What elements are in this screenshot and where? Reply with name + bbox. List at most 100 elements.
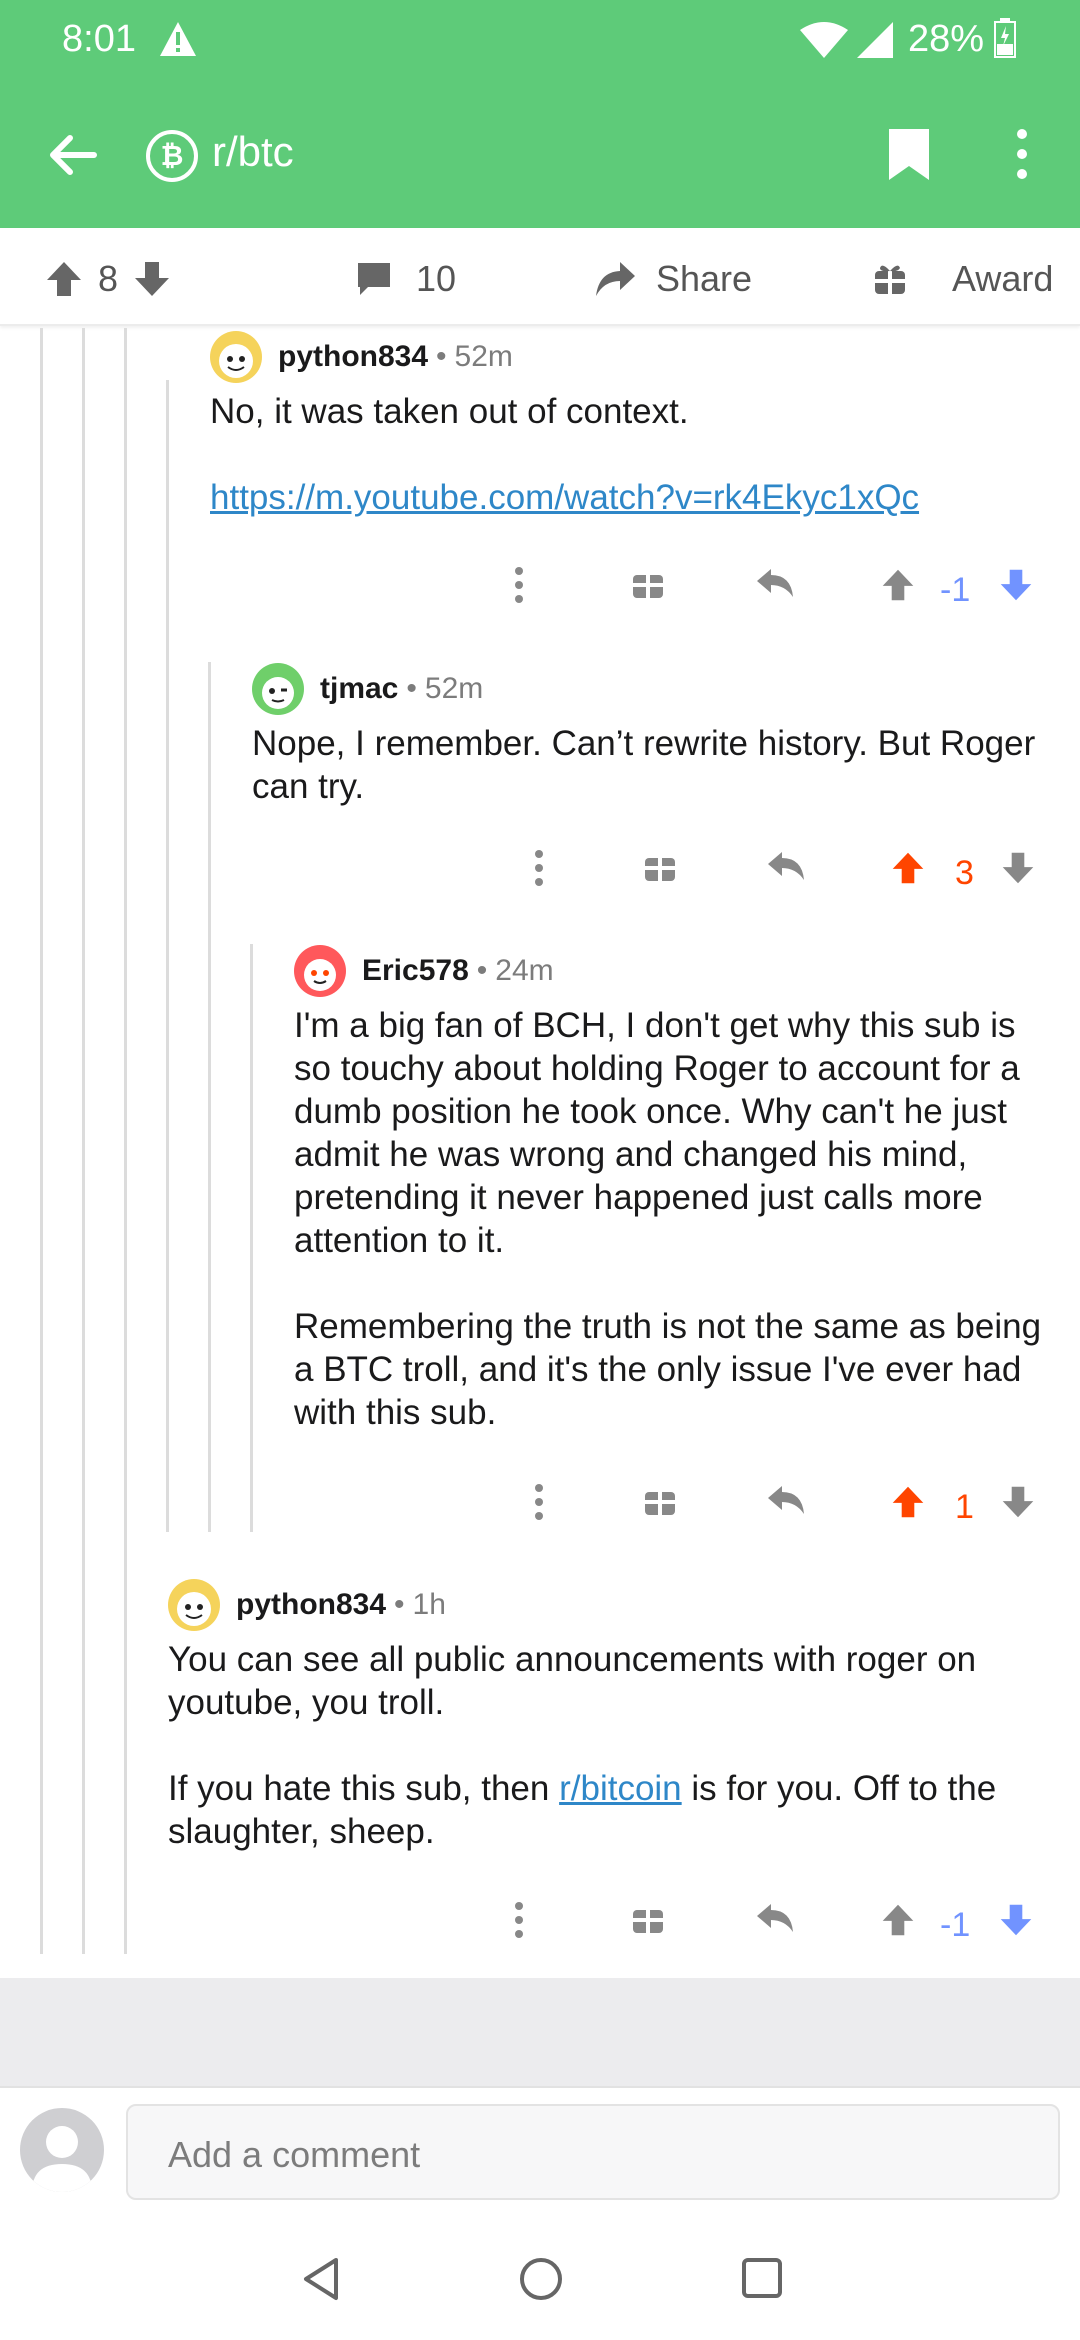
comment-text: Remembering the truth is not the same as… xyxy=(294,1307,1042,1432)
separator-dot: • xyxy=(476,954,488,987)
upvote-icon[interactable] xyxy=(890,848,926,888)
bookmark-icon[interactable] xyxy=(886,126,932,182)
comment-username[interactable]: python834 xyxy=(278,340,428,374)
more-vert-icon[interactable] xyxy=(532,848,546,888)
downvote-icon[interactable] xyxy=(1000,848,1036,888)
comment-text: No, it was taken out of context. xyxy=(210,392,689,431)
comment-text: If you hate this sub, then r/bitcoin is … xyxy=(168,1767,1068,1853)
comment-score: -1 xyxy=(940,571,971,609)
upvote-icon[interactable] xyxy=(44,259,84,299)
comment-text-segment: If you hate this sub, then xyxy=(168,1769,560,1808)
more-vert-icon[interactable] xyxy=(512,1900,526,1940)
toolbar: ₿ r/btc xyxy=(0,110,1080,200)
comment-age: 24m xyxy=(495,954,554,987)
avatar[interactable] xyxy=(252,663,304,715)
nav-back-icon[interactable] xyxy=(300,2256,342,2302)
app-bar: 8:01 28% ₿ r/btc xyxy=(0,0,1080,228)
wifi-icon xyxy=(800,22,848,58)
award-label: Award xyxy=(952,258,1054,299)
comment-score: 1 xyxy=(955,1488,974,1526)
battery-percent: 28% xyxy=(908,18,985,60)
thread-line[interactable] xyxy=(124,328,127,1954)
nav-recents-icon[interactable] xyxy=(740,2256,784,2300)
upvote-icon[interactable] xyxy=(880,1900,916,1940)
reply-icon[interactable] xyxy=(755,565,795,601)
share-button[interactable]: Share xyxy=(594,258,752,300)
comment-age: 1h xyxy=(412,1588,446,1621)
comment: Eric578 • 24m I'm a big fan of BCH, I do… xyxy=(294,944,1054,1434)
system-nav-bar xyxy=(0,2218,1080,2340)
more-vert-icon[interactable] xyxy=(512,565,526,605)
separator-dot: • xyxy=(394,1588,405,1621)
reply-icon[interactable] xyxy=(755,1900,795,1936)
award-icon[interactable] xyxy=(630,565,666,601)
downvote-icon[interactable] xyxy=(998,565,1034,605)
award-button[interactable]: Award xyxy=(872,258,1053,300)
thread-line[interactable] xyxy=(208,662,211,1532)
thread-end-spacer xyxy=(0,1978,1080,2086)
avatar[interactable] xyxy=(168,1579,220,1631)
share-icon xyxy=(596,262,635,296)
comment-text: You can see all public announcements wit… xyxy=(168,1640,977,1722)
avatar[interactable] xyxy=(210,331,262,383)
comment-action-bar: -1 xyxy=(500,565,1040,615)
comment-composer: Add a comment xyxy=(0,2086,1080,2218)
comment-header: tjmac • 52m xyxy=(252,662,1052,716)
back-arrow-icon[interactable] xyxy=(46,128,100,182)
upvote-icon[interactable] xyxy=(890,1482,926,1522)
avatar[interactable] xyxy=(20,2108,104,2192)
signal-icon xyxy=(857,22,893,58)
status-time: 8:01 xyxy=(62,18,136,60)
avatar[interactable] xyxy=(294,945,346,997)
comment-header: python834 • 1h xyxy=(168,1578,1068,1632)
award-icon[interactable] xyxy=(630,1900,666,1936)
avatar-snoo-icon xyxy=(304,959,336,991)
comment: python834 • 1h You can see all public an… xyxy=(168,1578,1068,1853)
downvote-icon[interactable] xyxy=(998,1900,1034,1940)
avatar-snoo-icon xyxy=(177,1592,211,1626)
reply-icon[interactable] xyxy=(766,1482,806,1518)
comment-action-bar: 1 xyxy=(520,1482,1050,1532)
comment: python834 • 52m No, it was taken out of … xyxy=(210,330,1070,519)
avatar-snoo-icon xyxy=(262,677,294,709)
subreddit-title[interactable]: r/btc xyxy=(212,128,294,176)
thread-line[interactable] xyxy=(166,380,169,1532)
more-vert-icon[interactable] xyxy=(532,1482,546,1522)
thread-line[interactable] xyxy=(250,944,253,1532)
upvote-icon[interactable] xyxy=(880,565,916,605)
thread-line[interactable] xyxy=(40,328,43,1954)
comment-text: I'm a big fan of BCH, I don't get why th… xyxy=(294,1006,1020,1260)
bitcoin-icon[interactable]: ₿ xyxy=(146,130,198,182)
comment-username[interactable]: python834 xyxy=(236,1588,386,1622)
award-icon[interactable] xyxy=(642,1482,678,1518)
comments-count: 10 xyxy=(416,258,457,299)
comment-text: Nope, I remember. Can’t rewrite history.… xyxy=(252,724,1036,806)
thread-line[interactable] xyxy=(82,328,85,1954)
comment: tjmac • 52m Nope, I remember. Can’t rewr… xyxy=(252,662,1052,808)
comment-icon xyxy=(358,263,390,295)
user-avatar-icon xyxy=(32,2126,92,2192)
reply-icon[interactable] xyxy=(766,848,806,884)
share-label: Share xyxy=(656,258,753,299)
comment-header: python834 • 52m xyxy=(210,330,1070,384)
post-vote: 8 xyxy=(44,258,172,300)
comment-body: You can see all public announcements wit… xyxy=(168,1638,1068,1853)
status-bar: 8:01 28% xyxy=(0,0,1080,80)
downvote-icon[interactable] xyxy=(132,259,172,299)
add-comment-input[interactable]: Add a comment xyxy=(126,2104,1060,2200)
post-action-bar: 8 10 Share Award xyxy=(0,228,1080,326)
post-score: 8 xyxy=(98,258,119,299)
award-icon[interactable] xyxy=(642,848,678,884)
comment-age: 52m xyxy=(454,340,513,373)
subreddit-link[interactable]: r/bitcoin xyxy=(559,1769,682,1808)
nav-home-icon[interactable] xyxy=(518,2256,564,2302)
comments-button[interactable]: 10 xyxy=(354,258,456,300)
more-vert-icon[interactable] xyxy=(1012,126,1032,182)
comment-username[interactable]: tjmac xyxy=(320,672,398,706)
downvote-icon[interactable] xyxy=(1000,1482,1036,1522)
comment-action-bar: -1 xyxy=(500,1900,1040,1950)
comment-score: -1 xyxy=(940,1906,971,1944)
comment-action-bar: 3 xyxy=(520,848,1050,898)
comment-link[interactable]: https://m.youtube.com/watch?v=rk4Ekyc1xQ… xyxy=(210,478,919,517)
comment-username[interactable]: Eric578 xyxy=(362,954,469,988)
